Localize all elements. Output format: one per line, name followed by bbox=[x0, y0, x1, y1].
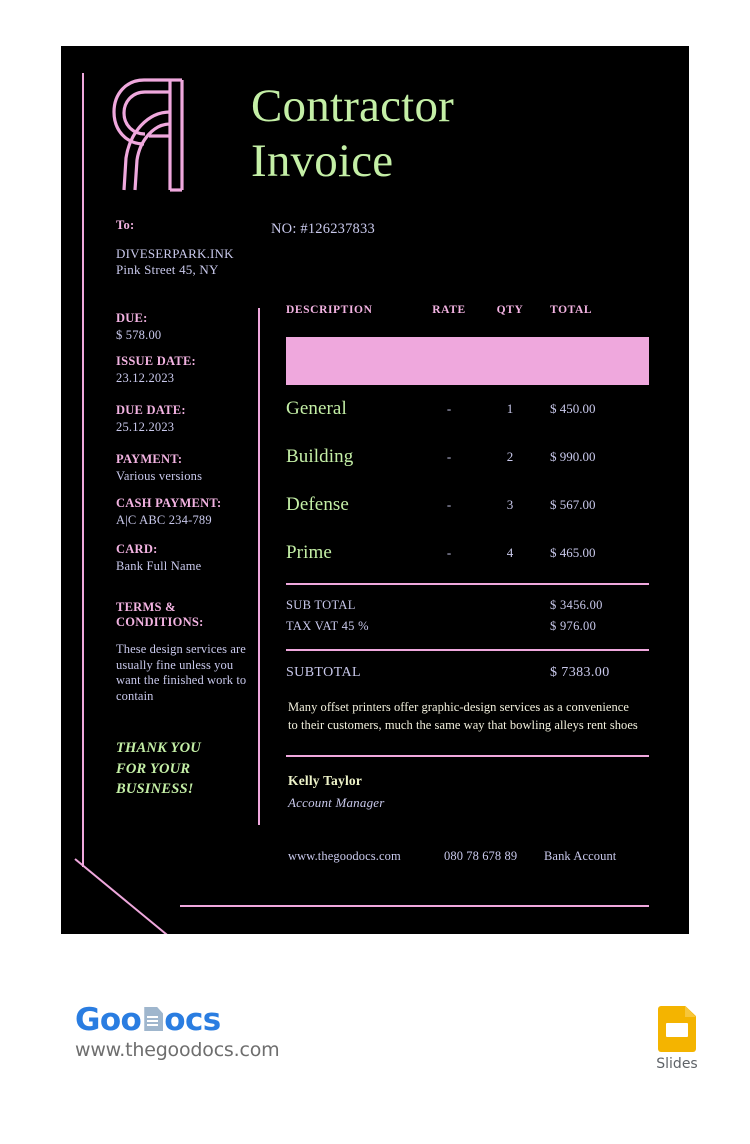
grand-total-top-rule bbox=[286, 649, 649, 651]
invoice-number: NO: #126237833 bbox=[271, 221, 375, 237]
row-description: Defense bbox=[286, 494, 349, 515]
meta-label: ISSUE DATE: bbox=[116, 354, 196, 368]
meta-label: CARD: bbox=[116, 542, 158, 556]
thank-you-message: THANK YOU FOR YOUR BUSINESS! bbox=[116, 740, 201, 797]
meta-value: 25.12.2023 bbox=[116, 420, 175, 434]
meta-value: Bank Full Name bbox=[116, 559, 202, 573]
meta-label: DUE DATE: bbox=[116, 403, 186, 417]
table-row: Defense - 3 $ 567.00 bbox=[286, 481, 649, 529]
terms-body: These design services are usually fine u… bbox=[116, 642, 247, 703]
row-total: $ 990.00 bbox=[550, 449, 596, 464]
middle-vertical-divider bbox=[258, 308, 260, 825]
contact-bank-account: Bank Account bbox=[544, 849, 617, 863]
row-total: $ 567.00 bbox=[550, 497, 596, 512]
meta-item-card: CARD: Bank Full Name bbox=[116, 542, 251, 574]
grand-total-value: $ 7383.00 bbox=[550, 665, 610, 680]
signature-name: Kelly Taylor bbox=[288, 773, 363, 788]
line-items-area: DESCRIPTION RATE QTY TOTAL General - 1 $… bbox=[286, 304, 649, 811]
meta-item-payment: PAYMENT: Various versions bbox=[116, 452, 251, 484]
table-row: General - 1 $ 450.00 bbox=[286, 385, 649, 433]
invoice-meta-list: DUE: $ 578.00 ISSUE DATE: 23.12.2023 DUE… bbox=[116, 311, 251, 800]
row-qty: 4 bbox=[506, 545, 514, 560]
recipient-address: Pink Street 45, NY bbox=[116, 262, 219, 277]
recipient-label: To: bbox=[116, 218, 135, 232]
meta-item-cash-payment: CASH PAYMENT: A|C ABC 234-789 bbox=[116, 496, 251, 528]
contact-row: www.thegoodocs.com 080 78 678 89 Bank Ac… bbox=[288, 849, 650, 864]
brand-suffix: ocs bbox=[164, 1002, 221, 1038]
tax-row: TAX VAT 45 % $ 976.00 bbox=[286, 619, 649, 640]
row-qty: 1 bbox=[506, 401, 514, 416]
line-items-table: DESCRIPTION RATE QTY TOTAL General - 1 $… bbox=[286, 304, 649, 577]
row-total: $ 450.00 bbox=[550, 401, 596, 416]
left-vertical-rule bbox=[82, 73, 84, 867]
bottom-horizontal-rule bbox=[180, 905, 649, 907]
tax-value: $ 976.00 bbox=[550, 619, 597, 633]
row-description: Prime bbox=[286, 542, 332, 563]
invoice-page: Contractor Invoice To: DIVESERPARK.INK P… bbox=[0, 0, 750, 1144]
terms-and-conditions: TERMS & CONDITIONS: These design service… bbox=[116, 600, 251, 704]
row-rate: - bbox=[446, 401, 452, 416]
contact-website[interactable]: www.thegoodocs.com bbox=[288, 849, 444, 864]
invoice-canvas: Contractor Invoice To: DIVESERPARK.INK P… bbox=[61, 46, 689, 934]
meta-item-due-date: DUE DATE: 25.12.2023 bbox=[116, 403, 251, 435]
row-rate: - bbox=[446, 497, 452, 512]
invoice-note: Many offset printers offer graphic-desig… bbox=[288, 700, 638, 732]
row-description: General bbox=[286, 398, 347, 419]
brand-url[interactable]: www.thegoodocs.com bbox=[75, 1039, 335, 1061]
subtotal-row: SUB TOTAL $ 3456.00 bbox=[286, 598, 649, 619]
contact-phone: 080 78 678 89 bbox=[444, 849, 518, 863]
row-rate: - bbox=[446, 449, 452, 464]
grand-total-label: SUBTOTAL bbox=[286, 665, 361, 680]
row-total: $ 465.00 bbox=[550, 545, 596, 560]
recipient-name: DIVESERPARK.INK bbox=[116, 246, 234, 261]
totals-top-rule bbox=[286, 583, 649, 585]
google-slides-icon bbox=[658, 1006, 696, 1052]
table-row: Prime - 4 $ 465.00 bbox=[286, 529, 649, 577]
row-qty: 2 bbox=[506, 449, 514, 464]
goodocs-logo: Goo ocs bbox=[75, 1002, 335, 1038]
column-header-description: DESCRIPTION bbox=[286, 304, 373, 316]
goodocs-branding: Goo ocs www.thegoodocs.com bbox=[75, 1002, 335, 1061]
meta-label: CASH PAYMENT: bbox=[116, 496, 222, 510]
tax-label: TAX VAT 45 % bbox=[286, 619, 369, 633]
meta-value: A|C ABC 234-789 bbox=[116, 513, 212, 527]
page-title: Contractor Invoice bbox=[251, 80, 454, 187]
row-rate: - bbox=[446, 545, 452, 560]
meta-value: $ 578.00 bbox=[116, 328, 162, 342]
totals-table: SUB TOTAL $ 3456.00 TAX VAT 45 % $ 976.0… bbox=[286, 598, 649, 640]
signature-role: Account Manager bbox=[288, 795, 385, 810]
meta-label: PAYMENT: bbox=[116, 452, 183, 466]
meta-value: Various versions bbox=[116, 469, 203, 483]
column-header-qty: QTY bbox=[496, 304, 524, 316]
row-description: Building bbox=[286, 446, 354, 467]
column-header-rate: RATE bbox=[432, 304, 466, 316]
grand-total-table: SUBTOTAL $ 7383.00 bbox=[286, 665, 649, 681]
meta-item-due: DUE: $ 578.00 bbox=[116, 311, 251, 343]
table-row: Building - 2 $ 990.00 bbox=[286, 433, 649, 481]
grand-total-row: SUBTOTAL $ 7383.00 bbox=[286, 665, 649, 681]
meta-value: 23.12.2023 bbox=[116, 371, 175, 385]
meta-label: DUE: bbox=[116, 311, 148, 325]
brand-prefix: Goo bbox=[75, 1002, 142, 1038]
app-label: Slides bbox=[656, 1056, 698, 1072]
row-qty: 3 bbox=[506, 497, 514, 512]
column-header-total: TOTAL bbox=[550, 304, 593, 316]
diagonal-corner-rule bbox=[74, 858, 272, 934]
subtotal-label: SUB TOTAL bbox=[286, 598, 356, 612]
table-header-rule bbox=[286, 337, 649, 385]
monogram-a-icon bbox=[108, 76, 200, 194]
terms-label: TERMS & CONDITIONS: bbox=[116, 600, 204, 629]
signature-top-rule bbox=[286, 755, 649, 757]
table-header-row: DESCRIPTION RATE QTY TOTAL bbox=[286, 304, 649, 337]
document-icon bbox=[142, 1007, 164, 1033]
subtotal-value: $ 3456.00 bbox=[550, 598, 603, 612]
slides-app-badge[interactable]: Slides bbox=[646, 1006, 708, 1072]
meta-item-issue-date: ISSUE DATE: 23.12.2023 bbox=[116, 354, 251, 386]
